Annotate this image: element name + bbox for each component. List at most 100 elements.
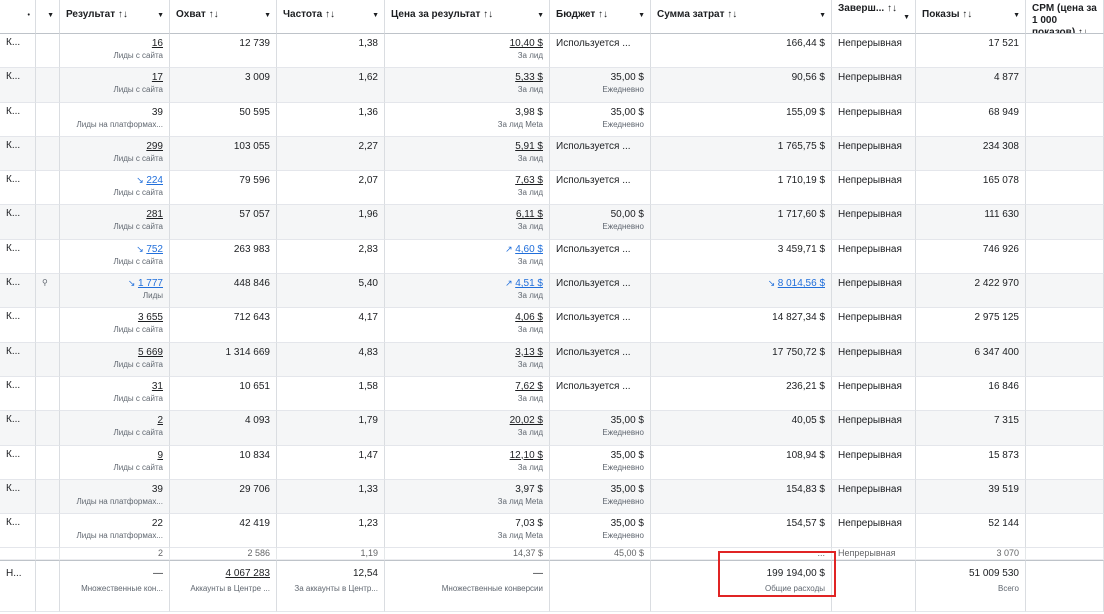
cost-per-result-value[interactable]: 4,60 $ [515, 244, 543, 255]
amount-spent-value[interactable]: 8 014,56 $ [778, 278, 825, 289]
row-name-truncated[interactable]: К... [6, 380, 20, 391]
result-value[interactable]: 3 655 [66, 311, 163, 324]
result-cell[interactable]: 31 Лиды с сайта [60, 376, 170, 412]
budget-cell[interactable]: 35,00 $ Ежедневно [550, 102, 651, 137]
row-name-cell[interactable]: К... [0, 445, 36, 480]
result-cell[interactable]: 39 Лиды на платформах... [60, 479, 170, 515]
cost-per-result-cell[interactable]: 3,13 $ За лид [385, 342, 550, 377]
cost-per-result-cell[interactable]: 5,91 $ За лид [385, 136, 550, 172]
row-name-truncated[interactable]: К... [6, 277, 20, 288]
cost-per-result-cell[interactable]: 4,06 $ За лид [385, 308, 550, 343]
result-cell[interactable]: ↘ 752 Лиды с сайта [60, 239, 170, 275]
row-name-truncated[interactable]: К... [6, 106, 20, 117]
cost-per-result-cell[interactable]: 3,97 $ За лид Meta [385, 479, 550, 515]
col-amount-spent-header[interactable]: Сумма затрат ↑↓ ▼ [651, 0, 832, 34]
result-value[interactable]: 39 [66, 106, 163, 119]
cost-per-result-cell[interactable]: 12,10 $ За лид [385, 445, 550, 480]
cost-per-result-value[interactable]: 5,33 $ [391, 71, 543, 84]
row-name-truncated[interactable]: К... [6, 174, 20, 185]
cost-per-result-cell[interactable]: 7,03 $ За лид Meta [385, 514, 550, 549]
result-cell[interactable]: 281 Лиды с сайта [60, 205, 170, 240]
sort-caret-icon[interactable]: • [28, 12, 30, 19]
result-value[interactable]: 299 [66, 140, 163, 153]
sort-caret-icon[interactable]: ▼ [264, 12, 271, 19]
col-ends-header[interactable]: Заверш... ↑↓ ▼ [832, 0, 916, 34]
row-name-cell[interactable]: К... [0, 479, 36, 515]
cost-per-result-value[interactable]: 6,11 $ [391, 208, 543, 221]
col-frequency-header[interactable]: Частота ↑↓ ▼ [277, 0, 385, 34]
row-name-truncated[interactable]: К... [6, 243, 20, 254]
result-cell[interactable]: 17 Лиды с сайта [60, 68, 170, 103]
row-name-truncated[interactable]: К... [6, 37, 20, 48]
row-name-cell[interactable]: К... [0, 411, 36, 446]
result-value[interactable]: 39 [66, 483, 163, 496]
budget-cell[interactable]: 35,00 $ Ежедневно [550, 514, 651, 549]
result-cell[interactable]: 9 Лиды с сайта [60, 445, 170, 480]
sort-caret-icon[interactable]: ▼ [819, 12, 826, 19]
row-name-cell[interactable]: К... [0, 34, 36, 69]
result-value[interactable]: 31 [66, 380, 163, 393]
result-cell[interactable]: ↘ 1 777 Лиды [60, 274, 170, 309]
row-name-cell[interactable]: К... [0, 239, 36, 275]
cost-per-result-cell[interactable]: 7,62 $ За лид [385, 376, 550, 412]
result-cell[interactable]: 2 Лиды с сайта [60, 411, 170, 446]
col-reach-header[interactable]: Охват ↑↓ ▼ [170, 0, 277, 34]
budget-cell[interactable]: Используется ... [550, 171, 651, 206]
result-value[interactable]: 224 [146, 175, 163, 186]
cost-per-result-value[interactable]: 4,06 $ [391, 311, 543, 324]
cost-per-result-value[interactable]: 5,91 $ [391, 140, 543, 153]
result-value[interactable]: 2 [66, 414, 163, 427]
row-name-truncated[interactable]: К... [6, 208, 20, 219]
budget-cell[interactable]: 35,00 $ Ежедневно [550, 445, 651, 480]
cost-per-result-cell[interactable]: ↗ 4,60 $ За лид [385, 239, 550, 275]
cost-per-result-value[interactable]: 12,10 $ [391, 449, 543, 462]
col-menu-header[interactable]: ▼ [36, 0, 60, 34]
row-name-cell[interactable]: К... [0, 205, 36, 240]
row-name-cell[interactable]: К... [0, 274, 36, 309]
row-name-truncated[interactable]: К... [6, 517, 20, 528]
row-name-truncated[interactable]: К... [6, 311, 20, 322]
col-impressions-header[interactable]: Показы ↑↓ ▼ [916, 0, 1026, 34]
sort-caret-icon[interactable]: ▼ [372, 12, 379, 19]
amount-spent-cell[interactable]: ↘ 8 014,56 $ [651, 274, 832, 309]
cost-per-result-cell[interactable]: 20,02 $ За лид [385, 411, 550, 446]
cost-per-result-cell[interactable]: ↗ 4,51 $ За лид [385, 274, 550, 309]
result-value[interactable]: 1 777 [138, 278, 163, 289]
row-name-cell[interactable]: К... [0, 171, 36, 206]
row-name-truncated[interactable]: К... [6, 346, 20, 357]
budget-cell[interactable]: Используется ... [550, 239, 651, 275]
budget-cell[interactable]: Используется ... [550, 34, 651, 69]
budget-cell[interactable]: Используется ... [550, 376, 651, 412]
cost-per-result-cell[interactable]: 6,11 $ За лид [385, 205, 550, 240]
cost-per-result-value[interactable]: 7,63 $ [391, 174, 543, 187]
row-name-truncated[interactable]: К... [6, 449, 20, 460]
cost-per-result-cell[interactable]: 10,40 $ За лид [385, 34, 550, 69]
cost-per-result-cell[interactable]: 5,33 $ За лид [385, 68, 550, 103]
budget-cell[interactable]: Используется ... [550, 342, 651, 377]
row-name-truncated[interactable]: К... [6, 71, 20, 82]
budget-cell[interactable]: Используется ... [550, 136, 651, 172]
sort-caret-icon[interactable]: ▼ [47, 12, 54, 19]
budget-cell[interactable]: 35,00 $ Ежедневно [550, 411, 651, 446]
result-value[interactable]: 5 669 [66, 346, 163, 359]
budget-cell[interactable]: Используется ... [550, 274, 651, 309]
col-select-header[interactable]: • [0, 0, 36, 34]
cost-per-result-value[interactable]: 3,13 $ [391, 346, 543, 359]
col-cost-per-result-header[interactable]: Цена за результат ↑↓ ▼ [385, 0, 550, 34]
result-value[interactable]: 752 [146, 244, 163, 255]
col-result-header[interactable]: Результат ↑↓ ▼ [60, 0, 170, 34]
row-name-truncated[interactable]: К... [6, 483, 20, 494]
budget-cell[interactable]: 50,00 $ Ежедневно [550, 205, 651, 240]
row-name-truncated[interactable]: К... [6, 140, 20, 151]
col-budget-header[interactable]: Бюджет ↑↓ ▼ [550, 0, 651, 34]
row-name-cell[interactable]: К... [0, 308, 36, 343]
result-value[interactable]: 16 [66, 37, 163, 50]
sort-caret-icon[interactable]: ▼ [1013, 12, 1020, 19]
row-name-cell[interactable]: К... [0, 136, 36, 172]
result-value[interactable]: 22 [66, 517, 163, 530]
budget-cell[interactable]: 35,00 $ Ежедневно [550, 479, 651, 515]
col-cpm-header[interactable]: CPM (цена за 1 000 показов) ↑↓ [1026, 0, 1104, 34]
cost-per-result-value[interactable]: 4,51 $ [515, 278, 543, 289]
result-cell[interactable]: 22 Лиды на платформах... [60, 514, 170, 549]
row-name-cell[interactable]: К... [0, 68, 36, 103]
